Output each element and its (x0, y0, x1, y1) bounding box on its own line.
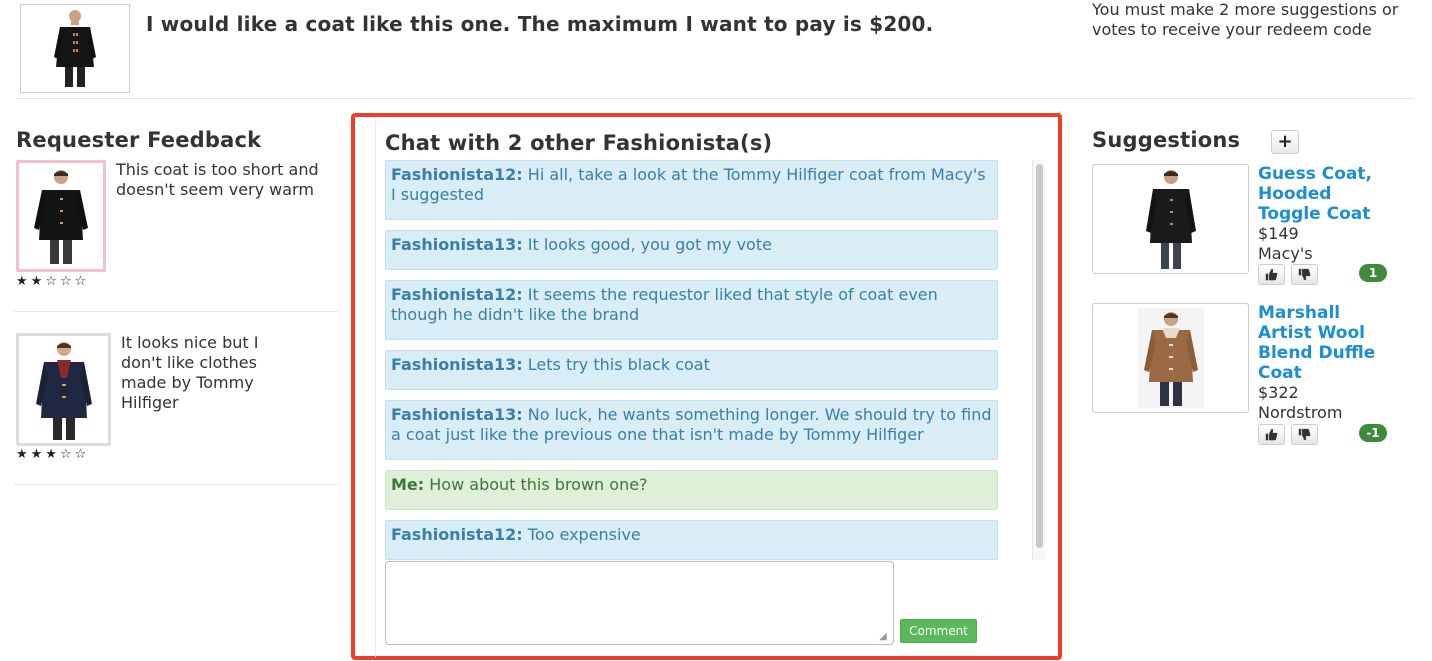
feedback-coat-image[interactable] (16, 160, 106, 272)
suggestion-price: $322 (1258, 383, 1299, 402)
chat-message: Fashionista12: Hi all, take a look at th… (385, 160, 998, 220)
resize-grip-icon[interactable]: ◢ (879, 631, 887, 642)
request-text: I would like a coat like this one. The m… (146, 12, 934, 36)
feedback-divider (14, 311, 338, 312)
thumbs-down-icon (1298, 268, 1311, 281)
chat-title: Chat with 2 other Fashionista(s) (385, 131, 773, 155)
chat-message: Fashionista13: No luck, he wants somethi… (385, 400, 998, 460)
suggestion-store: Macy's (1258, 244, 1313, 263)
chat-messages[interactable]: Fashionista12: Hi all, take a look at th… (385, 160, 1045, 560)
message-text: Lets try this black coat (527, 355, 710, 374)
comment-button[interactable]: Comment (900, 619, 977, 643)
add-suggestion-button[interactable]: + (1271, 130, 1299, 154)
thumbs-up-icon (1265, 268, 1278, 281)
request-coat-image (20, 4, 130, 93)
message-author: Fashionista13: (391, 405, 523, 424)
chat-message-own: Me: How about this brown one? (385, 470, 998, 510)
message-author: Fashionista13: (391, 235, 523, 254)
thumbs-up-icon (1265, 428, 1278, 441)
thumbs-up-button[interactable] (1258, 424, 1285, 445)
rating-stars: ★★☆☆☆ (16, 274, 90, 289)
chat-scrollbar[interactable] (1032, 160, 1045, 560)
message-author: Fashionista12: (391, 525, 523, 544)
thumbs-down-button[interactable] (1291, 264, 1318, 285)
message-text: It looks good, you got my vote (527, 235, 772, 254)
feedback-comment: This coat is too short and doesn't seem … (116, 160, 319, 199)
feedback-divider (14, 484, 338, 485)
chat-comment-input[interactable] (385, 561, 894, 645)
chat-message: Fashionista13: Lets try this black coat (385, 350, 998, 390)
suggestion-image[interactable] (1092, 164, 1249, 274)
message-author: Fashionista13: (391, 355, 523, 374)
suggestion-price: $149 (1258, 224, 1299, 243)
chat-panel: Chat with 2 other Fashionista(s) Fashion… (351, 113, 1062, 660)
suggestion-image[interactable] (1092, 303, 1249, 413)
suggestion-name-link[interactable]: Guess Coat, Hooded Toggle Coat (1258, 164, 1398, 224)
message-text: Too expensive (527, 525, 641, 544)
suggestions-title: Suggestions (1092, 128, 1241, 152)
thumbs-up-button[interactable] (1258, 264, 1285, 285)
suggestion-name-link[interactable]: Marshall Artist Wool Blend Duffle Coat (1258, 303, 1398, 383)
vote-count-badge: -1 (1359, 424, 1387, 442)
feedback-coat-image[interactable] (16, 333, 111, 446)
thumbs-down-icon (1298, 428, 1311, 441)
chat-message: Fashionista13: It looks good, you got my… (385, 230, 998, 270)
suggestion-store: Nordstrom (1258, 403, 1343, 422)
message-author: Fashionista12: (391, 165, 523, 184)
message-text: How about this brown one? (429, 475, 648, 494)
vote-count-badge: 1 (1359, 264, 1387, 282)
chat-scrollbar-thumb[interactable] (1036, 164, 1043, 548)
chat-message: Fashionista12: Too expensive (385, 520, 998, 560)
header-divider (16, 98, 1414, 99)
redeem-note: You must make 2 more suggestions or vote… (1092, 0, 1399, 39)
feedback-item: This coat is too short and doesn't seem … (16, 160, 338, 290)
message-author: Fashionista12: (391, 285, 523, 304)
message-author: Me: (391, 475, 425, 494)
feedback-item: It looks nice but I don't like clothes m… (16, 333, 338, 463)
feedback-comment: It looks nice but I don't like clothes m… (121, 333, 259, 412)
chat-divider (375, 117, 376, 657)
requester-feedback-title: Requester Feedback (16, 128, 262, 152)
rating-stars: ★★★☆☆ (16, 447, 90, 462)
thumbs-down-button[interactable] (1291, 424, 1318, 445)
chat-message: Fashionista12: It seems the requestor li… (385, 280, 998, 340)
